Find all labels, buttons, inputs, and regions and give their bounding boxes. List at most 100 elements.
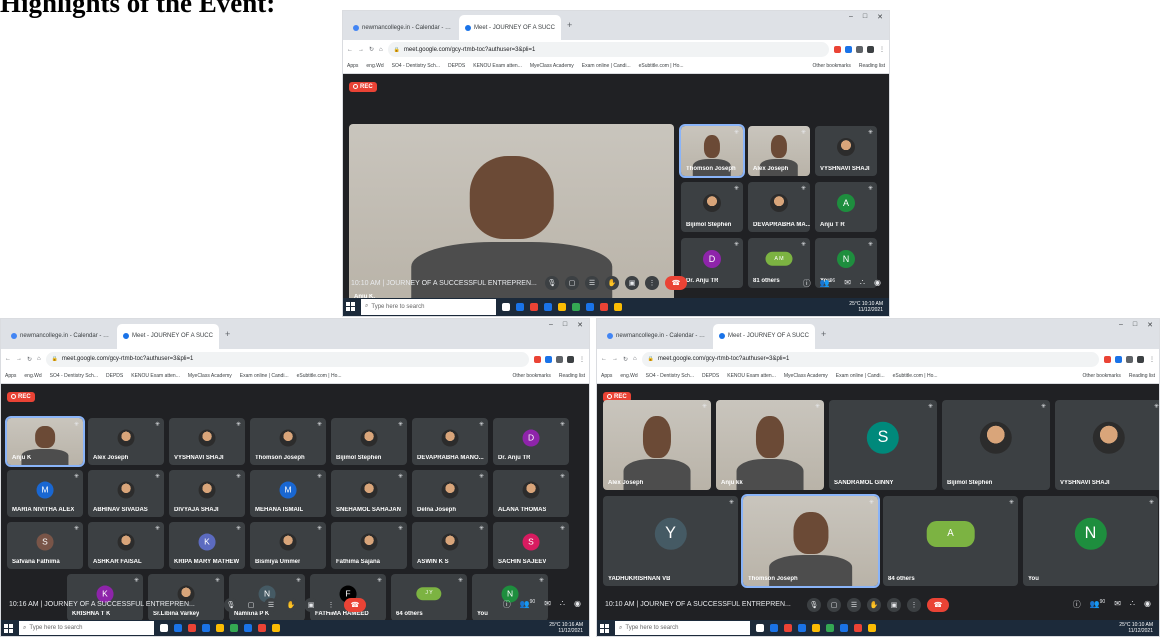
bookmark-item[interactable]: eng.Wd xyxy=(366,63,383,69)
home-icon[interactable]: ⌂ xyxy=(37,356,41,362)
bookmark-item[interactable]: DEPDS xyxy=(106,373,123,379)
url-field[interactable]: 🔒 meet.google.com/gcy-rtmb-toc?authuser=3… xyxy=(45,351,529,368)
browser-tab[interactable]: Meet - JOURNEY OF A SUCC xyxy=(459,15,561,40)
participant-tile[interactable]: ✳ ASHKAR FAISAL xyxy=(88,521,164,569)
participant-tile[interactable]: S ✳ SANDRAMOL GINNY xyxy=(829,399,937,490)
extension-icon[interactable] xyxy=(834,46,841,54)
camera-icon[interactable]: ▢ xyxy=(565,276,579,291)
browser-tab[interactable]: newmancollege.in - Calendar - … xyxy=(347,15,457,40)
back-icon[interactable]: ← xyxy=(601,356,607,362)
bookmark-item[interactable]: MyeClass Academy xyxy=(530,63,574,69)
menu-icon[interactable]: ⋮ xyxy=(579,356,585,363)
bookmark-item[interactable]: Apps xyxy=(5,373,16,379)
app-icon[interactable] xyxy=(784,624,792,633)
extension-icon[interactable] xyxy=(1137,355,1144,363)
app-icon[interactable] xyxy=(244,624,252,633)
participant-tile[interactable]: ✳ Alex Joseph xyxy=(748,125,810,176)
chat-icon[interactable]: ✉ xyxy=(844,278,851,289)
bookmark-item[interactable]: Exam online | Candi... xyxy=(836,373,885,379)
app-icon[interactable] xyxy=(586,302,594,311)
participant-tile[interactable]: A ✳ 84 others xyxy=(883,495,1018,586)
app-icon[interactable] xyxy=(614,302,622,311)
bookmark-item[interactable]: Other bookmarks xyxy=(813,63,851,69)
host-controls-icon[interactable]: ◉ xyxy=(874,278,881,289)
info-icon[interactable]: ⓘ xyxy=(503,599,511,610)
chat-icon[interactable]: ✉ xyxy=(544,599,551,610)
participant-tile[interactable]: ✳ Bijimol Stephen xyxy=(942,399,1050,490)
extension-icon[interactable] xyxy=(556,355,563,363)
camera-icon[interactable]: ▢ xyxy=(827,597,841,612)
people-icon[interactable]: 👥96 xyxy=(820,278,836,289)
bookmark-item[interactable]: MyeClass Academy xyxy=(188,373,232,379)
bookmark-item[interactable]: DEPDS xyxy=(448,63,465,69)
bookmark-item[interactable]: Apps xyxy=(347,63,358,69)
bookmark-item[interactable]: Exam online | Candi... xyxy=(582,63,631,69)
participant-tile[interactable]: ✳ Fathima Sajana xyxy=(331,521,407,569)
app-icon[interactable] xyxy=(272,624,280,633)
app-icon[interactable] xyxy=(600,302,608,311)
participant-tile[interactable]: ✳ DEVAPRABHA MANO... xyxy=(412,417,488,465)
participant-tile[interactable]: ✳ DIVYAJA SHAJI xyxy=(169,469,245,517)
menu-icon[interactable]: ⋮ xyxy=(1149,356,1155,363)
participant-tile[interactable]: Y ✳ YADHUKRISHNAN VB xyxy=(603,495,738,586)
app-icon[interactable] xyxy=(868,624,876,633)
bookmark-item[interactable]: Reading list xyxy=(559,373,585,379)
bookmark-item[interactable]: eng.Wd xyxy=(620,373,637,379)
participant-tile[interactable]: N ✳ You xyxy=(1023,495,1158,586)
bookmark-item[interactable]: Reading list xyxy=(859,63,885,69)
browser-tab[interactable]: Meet - JOURNEY OF A SUCC xyxy=(713,323,815,350)
end-call-button[interactable]: ☎ xyxy=(665,276,687,291)
extension-icon[interactable] xyxy=(845,46,852,54)
browser-tab[interactable]: newmancollege.in - Calendar - … xyxy=(601,324,711,350)
url-field[interactable]: 🔒 meet.google.com/gcy-rtmb-toc?authuser=3… xyxy=(387,42,829,58)
participant-tile[interactable]: ✳ VYSHNAVI SHAJI xyxy=(169,417,245,465)
participant-tile[interactable]: M ✳ MARIA NIVITHA ALEX xyxy=(7,469,83,517)
windows-start-icon[interactable] xyxy=(346,302,355,312)
captions-icon[interactable]: ☰ xyxy=(585,276,599,291)
home-icon[interactable]: ⌂ xyxy=(379,47,383,53)
participant-tile[interactable]: S ✳ Safvana Fathima xyxy=(7,521,83,569)
forward-icon[interactable]: → xyxy=(16,356,22,362)
app-icon[interactable] xyxy=(188,624,196,633)
bookmark-item[interactable]: KENOU Exam atten... xyxy=(473,63,522,69)
participant-tile[interactable]: ✳ Thomson Joseph xyxy=(679,123,745,178)
mic-icon[interactable]: 🎙 xyxy=(224,597,238,612)
taskbar-search[interactable]: ⌕ Type here to search xyxy=(19,621,154,635)
app-icon[interactable] xyxy=(558,302,566,311)
browser-tab[interactable]: newmancollege.in - Calendar - … xyxy=(5,324,115,350)
maximize-icon[interactable]: □ xyxy=(563,321,567,329)
host-controls-icon[interactable]: ◉ xyxy=(1144,599,1151,610)
home-icon[interactable]: ⌂ xyxy=(633,356,637,362)
minimize-icon[interactable]: – xyxy=(1119,321,1123,329)
app-icon[interactable] xyxy=(840,624,848,633)
more-options-icon[interactable]: ⋮ xyxy=(907,597,921,612)
participant-tile[interactable]: ✳ VYSHNAVI SHAJI xyxy=(1055,399,1159,490)
participant-tile[interactable]: M ✳ MEHANA ISMAIL xyxy=(250,469,326,517)
participant-tile[interactable]: ✳ SNEHAMOL SAHAJAN xyxy=(331,469,407,517)
app-icon[interactable] xyxy=(756,624,764,633)
participant-tile[interactable]: ✳ Anju K xyxy=(5,415,85,467)
bookmark-item[interactable]: Other bookmarks xyxy=(513,373,551,379)
info-icon[interactable]: ⓘ xyxy=(803,278,811,289)
activities-icon[interactable]: ∴ xyxy=(1130,599,1135,610)
reload-icon[interactable]: ↻ xyxy=(623,356,628,363)
extension-icon[interactable] xyxy=(1104,355,1111,363)
back-icon[interactable]: ← xyxy=(5,356,11,362)
captions-icon[interactable]: ☰ xyxy=(847,597,861,612)
bookmark-item[interactable]: SO4 - Dentistry Sch... xyxy=(392,63,440,69)
close-icon[interactable]: ✕ xyxy=(1147,321,1153,329)
present-icon[interactable]: ▣ xyxy=(887,597,901,612)
more-options-icon[interactable]: ⋮ xyxy=(324,597,338,612)
participant-tile[interactable]: A ✳ Anju T R xyxy=(815,181,877,232)
bookmark-item[interactable]: eSubtitle.com | Ho... xyxy=(893,373,938,379)
chat-icon[interactable]: ✉ xyxy=(1114,599,1121,610)
taskbar-search[interactable]: ⌕ Type here to search xyxy=(361,299,496,315)
browser-tab[interactable]: Meet - JOURNEY OF A SUCC xyxy=(117,323,219,350)
extension-icon[interactable] xyxy=(545,355,552,363)
participant-tile[interactable]: S ✳ SACHIN SAJEEV xyxy=(493,521,569,569)
participant-tile[interactable]: ✳ Thomson Joseph xyxy=(741,493,880,588)
present-icon[interactable]: ▣ xyxy=(304,597,318,612)
maximize-icon[interactable]: □ xyxy=(1133,321,1137,329)
participant-tile[interactable]: ✳ Bijimol Stephen xyxy=(331,417,407,465)
participant-tile[interactable]: ✳ Alex Joseph xyxy=(88,417,164,465)
